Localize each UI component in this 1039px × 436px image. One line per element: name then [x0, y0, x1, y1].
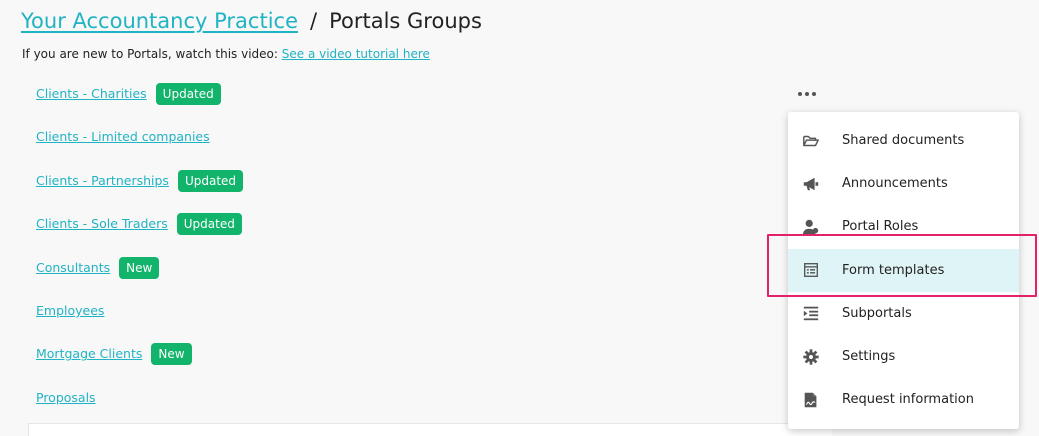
form-template-icon — [801, 260, 821, 280]
status-badge: Updated — [176, 213, 242, 236]
list-item: Consultants New — [36, 256, 243, 300]
dot — [798, 92, 802, 96]
intro-label: If you are new to Portals, watch this vi… — [22, 47, 278, 61]
dot — [805, 92, 809, 96]
menu-item-label: Settings — [842, 349, 896, 365]
breadcrumb-practice-link[interactable]: Your Accountancy Practice — [21, 9, 298, 33]
breadcrumb-separator: / — [310, 9, 318, 33]
menu-item-request-information[interactable]: Request information — [788, 378, 1019, 421]
group-link[interactable]: Clients - Charities — [36, 83, 147, 105]
indent-list-icon — [801, 303, 821, 323]
more-options-button[interactable] — [795, 84, 819, 104]
group-link[interactable]: Consultants — [36, 257, 110, 279]
list-item: Clients - Limited companies — [36, 126, 243, 169]
menu-item-label: Request information — [842, 392, 974, 408]
megaphone-icon — [801, 174, 821, 194]
menu-item-label: Portal Roles — [842, 219, 919, 235]
dot — [812, 92, 816, 96]
status-badge: New — [119, 256, 160, 279]
breadcrumb: Your Accountancy Practice / Portals Grou… — [21, 9, 482, 33]
list-item: Clients - Charities Updated — [36, 83, 243, 126]
status-badge: Updated — [155, 83, 221, 105]
list-item: Clients - Sole Traders Updated — [36, 213, 243, 256]
menu-item-form-templates[interactable]: Form templates — [788, 248, 1019, 292]
gear-icon — [801, 347, 821, 367]
menu-item-label: Shared documents — [842, 133, 965, 149]
list-item: Employees — [36, 300, 243, 343]
group-link[interactable]: Clients - Limited companies — [36, 126, 210, 148]
intro-text: If you are new to Portals, watch this vi… — [22, 47, 430, 61]
menu-item-shared-documents[interactable]: Shared documents — [788, 119, 1019, 162]
portal-groups-list: Clients - Charities Updated Clients - Li… — [36, 83, 244, 430]
content-card — [28, 423, 832, 436]
group-link[interactable]: Employees — [36, 300, 104, 322]
group-link[interactable]: Mortgage Clients — [36, 343, 142, 365]
menu-item-label: Announcements — [842, 176, 948, 192]
group-link[interactable]: Clients - Sole Traders — [36, 213, 168, 235]
folder-open-icon — [801, 131, 821, 151]
menu-item-settings[interactable]: Settings — [788, 335, 1019, 378]
menu-item-portal-roles[interactable]: Portal Roles — [788, 205, 1019, 248]
menu-item-subportals[interactable]: Subportals — [788, 292, 1019, 335]
group-link[interactable]: Clients - Partnerships — [36, 170, 169, 192]
user-roles-icon — [801, 217, 821, 237]
status-badge: New — [151, 343, 192, 366]
document-signature-icon — [801, 390, 821, 410]
video-tutorial-link[interactable]: See a video tutorial here — [282, 47, 430, 61]
menu-item-label: Subportals — [842, 305, 912, 321]
group-link[interactable]: Proposals — [36, 387, 96, 409]
list-item: Clients - Partnerships Updated — [36, 169, 244, 213]
menu-item-label: Form templates — [842, 262, 945, 278]
page-title: Portals Groups — [329, 9, 482, 33]
group-options-menu: Shared documents Announcements Portal Ro… — [788, 112, 1019, 429]
menu-item-announcements[interactable]: Announcements — [788, 162, 1019, 205]
status-badge: Updated — [177, 169, 244, 192]
portals-groups-page: Your Accountancy Practice / Portals Grou… — [0, 0, 1039, 436]
list-item: Mortgage Clients New — [36, 343, 243, 386]
